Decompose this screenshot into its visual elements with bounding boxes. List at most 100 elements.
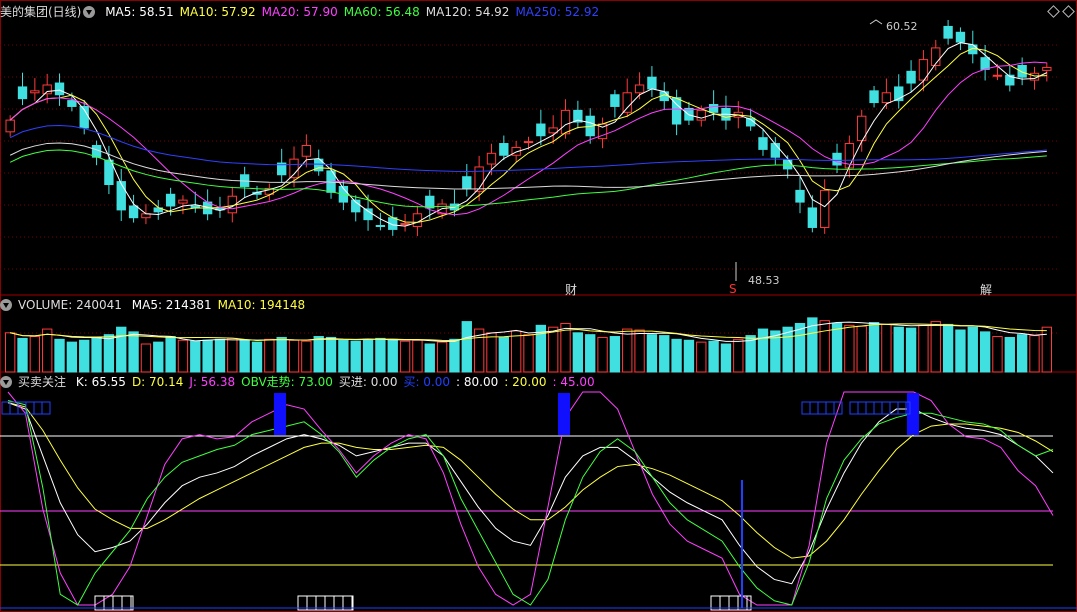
volume-bar [449, 338, 460, 373]
volume-bar [659, 335, 670, 373]
volume-bar [165, 336, 176, 373]
event-marker-sell[interactable]: S [729, 282, 737, 296]
candle [869, 90, 879, 104]
volume-bar [905, 327, 917, 373]
signal-block [274, 393, 286, 435]
volume-bar [819, 320, 830, 373]
candle [955, 31, 966, 43]
candle [128, 205, 139, 219]
candle [943, 25, 953, 39]
volume-bar [350, 340, 361, 373]
dropdown-icon[interactable] [83, 6, 96, 18]
volume-bar [683, 339, 695, 373]
indicator-field-6: : 80.00 [456, 375, 499, 389]
volume-bar [153, 341, 164, 373]
indicator-field-1: D: 70.14 [131, 375, 184, 389]
volume-bar [42, 328, 53, 373]
candle [622, 92, 632, 113]
volume-bar [942, 323, 954, 373]
volume-bar [103, 334, 115, 373]
volume-bar [622, 328, 633, 373]
volume-bar [412, 339, 423, 373]
volume-bar [436, 341, 448, 373]
volume-bar [288, 339, 300, 373]
volume-bar [202, 339, 213, 373]
candle [301, 144, 312, 157]
indicator-line-K [7, 402, 1054, 585]
price-high-label: 60.52 [886, 20, 918, 33]
candle [42, 84, 52, 95]
ma-label-0: MA5: 58.51 [105, 5, 174, 19]
indicator-field-0: K: 65.55 [75, 375, 126, 389]
candle [980, 57, 990, 70]
price-low-label: 48.53 [748, 274, 780, 287]
indicator-panel-title: 买卖关注 [18, 375, 67, 389]
volume-bar [597, 336, 608, 373]
candle [375, 225, 386, 228]
indicator-field-8: : 45.00 [552, 375, 595, 389]
volume-bar [844, 324, 855, 373]
ma-line-0 [9, 42, 1048, 227]
candle [178, 199, 188, 204]
candle [795, 189, 805, 203]
candle [807, 207, 818, 228]
volume-bar [1029, 335, 1040, 373]
candle [499, 143, 509, 156]
event-marker-earnings[interactable]: 财 [565, 281, 577, 298]
volume-bar [967, 326, 978, 373]
volume-bar [190, 340, 201, 373]
candle [758, 137, 768, 150]
ma-label-3: MA60: 56.48 [343, 5, 420, 19]
candle [462, 176, 472, 189]
volume-bar [1016, 334, 1028, 373]
candle [708, 104, 719, 113]
volume-bar [5, 332, 16, 373]
candle [881, 92, 892, 104]
volume-bar [572, 332, 584, 373]
volume-bar [128, 331, 139, 373]
volume-bar [992, 336, 1003, 373]
dropdown-icon[interactable] [0, 376, 12, 388]
indicator-panel-header: 买卖关注 K: 65.55 D: 70.14 J: 56.38 OBV走势: 73.0… [0, 374, 601, 390]
volume-bar [375, 337, 386, 373]
volume-bar [918, 324, 929, 373]
event-marker-unlock[interactable]: 解 [980, 281, 992, 298]
volume-bar [955, 329, 966, 373]
volume-bar [227, 337, 238, 373]
volume-panel-header: VOLUME: 240041 MA5: 214381 MA10: 194148 [0, 297, 311, 313]
volume-bar [881, 323, 892, 373]
volume-bar [313, 336, 324, 373]
volume-bar [214, 338, 226, 373]
candle [906, 70, 916, 84]
indicator-field-7: : 20.00 [504, 375, 547, 389]
ma-line-4 [9, 142, 1047, 190]
indicator-line-J [7, 391, 1054, 606]
dropdown-icon[interactable] [0, 299, 12, 311]
volume-panel-title: VOLUME: 240041 [18, 298, 122, 312]
volume-bar [646, 334, 658, 373]
candle [634, 84, 645, 94]
volume-bar [140, 343, 152, 373]
volume-bar [66, 341, 78, 373]
indicator-line-D [7, 402, 1054, 559]
candle [523, 141, 534, 144]
volume-bar [91, 336, 102, 373]
volume-bar [251, 341, 263, 373]
ma-label-4: MA120: 54.92 [425, 5, 510, 19]
volume-bar [116, 326, 127, 373]
volume-bar [264, 338, 275, 373]
signal-block [558, 393, 570, 435]
volume-bar [276, 336, 287, 373]
volume-bar [399, 340, 411, 373]
price-panel-title[interactable]: 美的集团(日线) [0, 5, 81, 19]
candle [1042, 66, 1052, 71]
candle [647, 76, 657, 90]
indicator-field-2: J: 56.38 [189, 375, 236, 389]
candle [30, 90, 40, 94]
indicator-field-3: OBV走势: 73.00 [241, 375, 333, 389]
volume-bar [239, 339, 250, 373]
volume-bar [362, 338, 374, 373]
volume-bar [696, 341, 707, 373]
volume-bar [338, 339, 349, 373]
indicator-field-5: 买: 0.00 [403, 375, 451, 389]
